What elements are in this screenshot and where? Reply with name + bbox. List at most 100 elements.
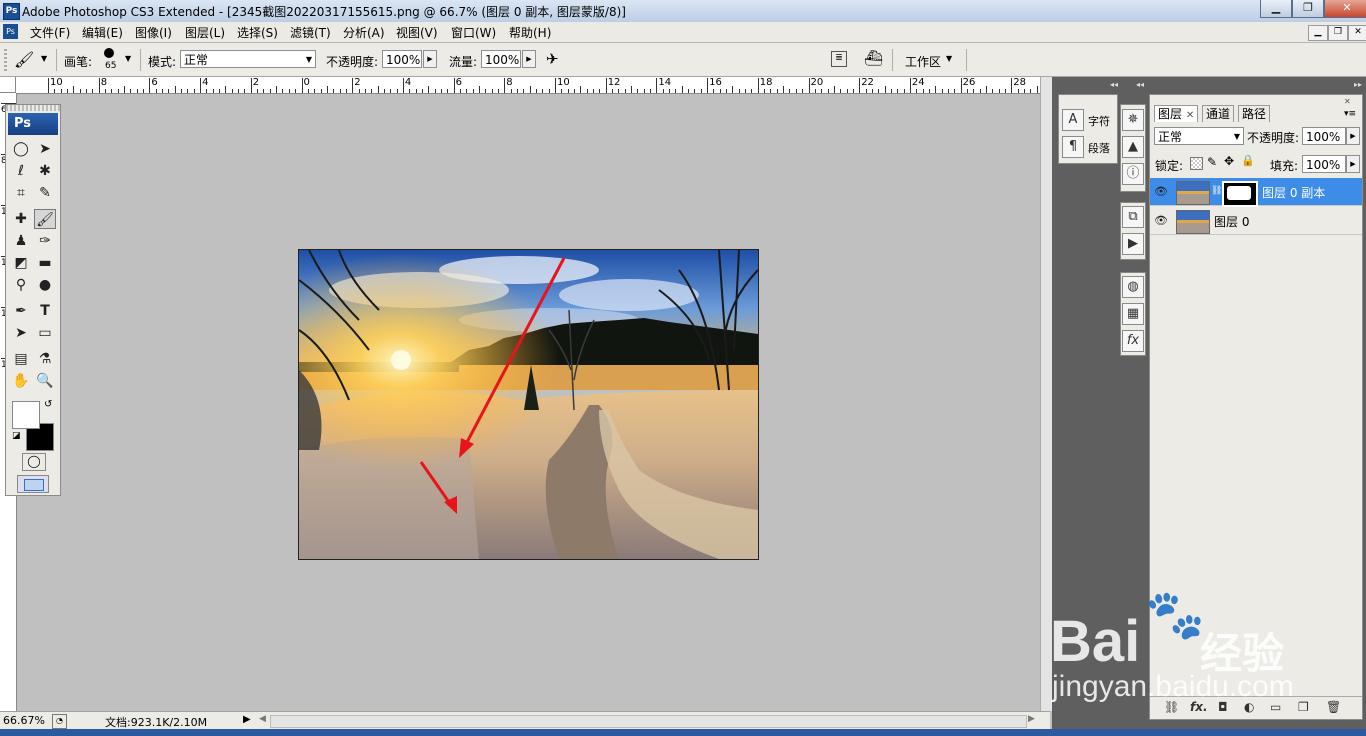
healing-brush-tool-icon[interactable]: ✚ [10,209,32,229]
opacity-slider-button[interactable]: ▶ [423,50,437,68]
collapse-dock3-icon[interactable]: ▸▸ [1150,80,1362,90]
styles-icon[interactable]: fx [1122,330,1144,352]
eraser-tool-icon[interactable]: ◩ [10,253,32,273]
lock-transparency-icon[interactable] [1190,157,1203,170]
dodge-tool-icon[interactable]: ● [34,275,56,295]
quick-mask-icon[interactable]: ◯ [22,453,46,471]
info-icon[interactable]: ⓘ [1122,163,1144,185]
foreground-color-swatch[interactable] [12,401,40,429]
brush-picker-dropdown-icon[interactable]: ▼ [125,54,131,63]
layer-name[interactable]: 图层 0 副本 [1262,184,1325,201]
screen-mode-icon[interactable] [17,475,49,493]
doc-restore-button[interactable]: ❐ [1328,25,1348,41]
restore-button[interactable]: ❐ [1292,0,1324,18]
doc-close-button[interactable]: ✕ [1348,25,1366,41]
menu-help[interactable]: 帮助(H) [509,24,551,41]
blend-mode-select[interactable]: 正常 ▼ [1154,127,1244,145]
pen-tool-icon[interactable]: ✒ [10,301,32,321]
magic-wand-tool-icon[interactable]: ✱ [34,161,56,181]
workspace-dropdown-icon[interactable]: ▼ [946,54,952,63]
actions-icon[interactable]: ▶ [1122,233,1144,255]
document-canvas[interactable] [298,249,759,560]
path-selection-tool-icon[interactable]: ➤ [10,323,32,343]
menu-select[interactable]: 选择(S) [237,24,278,41]
paragraph-panel-label[interactable]: 段落 [1088,140,1110,156]
lasso-tool-icon[interactable]: ℓ [10,161,32,181]
brush-preview-icon[interactable] [104,48,114,58]
doc-minimize-button[interactable]: ▁ [1308,25,1328,41]
marquee-tool-icon[interactable]: ◯ [10,139,32,159]
menu-analysis[interactable]: 分析(A) [343,24,385,41]
visibility-eye-icon[interactable]: 👁 [1153,213,1169,229]
menu-view[interactable]: 视图(V) [396,24,438,41]
scroll-left-icon[interactable]: ◀ [259,714,266,724]
fill-input[interactable]: 100% [1302,155,1346,173]
layer-name[interactable]: 图层 0 [1214,213,1249,230]
navigator-icon[interactable]: ✵ [1122,109,1144,131]
tool-preset-dropdown-icon[interactable]: ▼ [41,54,47,63]
menu-file[interactable]: 文件(F) [30,24,70,41]
brush-tool-icon[interactable]: 🖌 [34,209,56,229]
layer-mask-thumbnail[interactable] [1222,181,1258,207]
layer-opacity-slider-button[interactable]: ▶ [1346,127,1360,145]
menu-filter[interactable]: 滤镜(T) [290,24,331,41]
new-layer-icon[interactable]: ❐ [1298,700,1309,714]
paragraph-panel-icon[interactable]: ¶ [1062,136,1084,158]
layer-opacity-input[interactable]: 100% [1302,127,1346,145]
collapse-dock2-icon[interactable]: ◂◂ [1122,80,1144,90]
shape-tool-icon[interactable]: ▭ [34,323,56,343]
clone-stamp-tool-icon[interactable]: ♟ [10,231,32,251]
status-menu-icon[interactable]: ◔ [52,714,67,729]
text-tool-icon[interactable]: T [34,301,56,321]
delete-layer-icon[interactable]: 🗑 [1326,700,1341,714]
fill-slider-button[interactable]: ▶ [1346,155,1360,173]
color-icon[interactable]: ◍ [1122,276,1144,298]
visibility-eye-icon[interactable]: 👁 [1153,184,1169,200]
scroll-right-icon[interactable]: ▶ [1028,714,1035,724]
tab-paths[interactable]: 路径 [1238,105,1271,122]
move-tool-icon[interactable]: ➤ [34,139,56,159]
workspace-label[interactable]: 工作区 [905,53,941,70]
collapse-dock1-icon[interactable]: ◂◂ [1056,80,1118,90]
hand-tool-icon[interactable]: ✋ [10,371,32,391]
status-arrow-icon[interactable]: ▶ [243,714,251,725]
close-button[interactable]: ✕ [1324,0,1366,18]
layer-row-copy[interactable]: 👁 ⛓ 图层 0 副本 [1150,178,1362,207]
tab-layers[interactable]: 图层 ✕ [1154,105,1199,122]
minimize-button[interactable]: ▁ [1260,0,1292,18]
lock-pixels-icon[interactable]: ✎ [1207,155,1217,169]
layer-row-base[interactable]: 👁 图层 0 [1150,207,1362,235]
panel-close-icon[interactable]: ✕ [1344,97,1351,106]
histogram-icon[interactable]: ▲ [1122,136,1144,158]
palette-well-icon[interactable]: ≣ [831,51,847,67]
menu-image[interactable]: 图像(I) [135,24,172,41]
blur-tool-icon[interactable]: ⚲ [10,275,32,295]
options-grip[interactable] [4,49,7,71]
toolbox-grip[interactable] [6,105,60,111]
zoom-level[interactable]: 66.67% [3,714,45,727]
flow-input[interactable]: 100% [481,50,521,68]
menu-edit[interactable]: 编辑(E) [82,24,123,41]
swap-colors-icon[interactable]: ↺ [44,399,52,410]
brush-tool-preset-icon[interactable]: 🖌 [14,50,34,69]
tab-channels[interactable]: 通道 [1202,105,1235,122]
panel-menu-icon[interactable]: ▾≡ [1344,109,1356,119]
eyedropper-tool-icon[interactable]: ⚗ [34,349,56,369]
toolbox-logo[interactable]: Ps [8,113,58,135]
slice-tool-icon[interactable]: ✎ [34,183,56,203]
default-colors-icon[interactable]: ◪ [12,431,21,441]
ruler-origin[interactable] [0,77,16,93]
character-panel-icon[interactable]: A [1062,109,1084,131]
lock-position-icon[interactable]: ✥ [1224,154,1234,168]
gradient-tool-icon[interactable]: ▬ [34,253,56,273]
mode-select[interactable]: 正常 ▼ [180,50,316,68]
flow-slider-button[interactable]: ▶ [522,50,536,68]
opacity-input[interactable]: 100% [382,50,422,68]
zoom-tool-icon[interactable]: 🔍 [34,371,56,391]
tab-close-icon[interactable]: ✕ [1186,110,1194,121]
airbrush-icon[interactable]: ✈ [546,50,559,68]
document-horizontal-scrollbar[interactable] [270,715,1027,728]
bridge-icon[interactable]: ⛴ [864,49,883,67]
swatches-icon[interactable]: ▦ [1122,303,1144,325]
menu-layer[interactable]: 图层(L) [185,24,225,41]
